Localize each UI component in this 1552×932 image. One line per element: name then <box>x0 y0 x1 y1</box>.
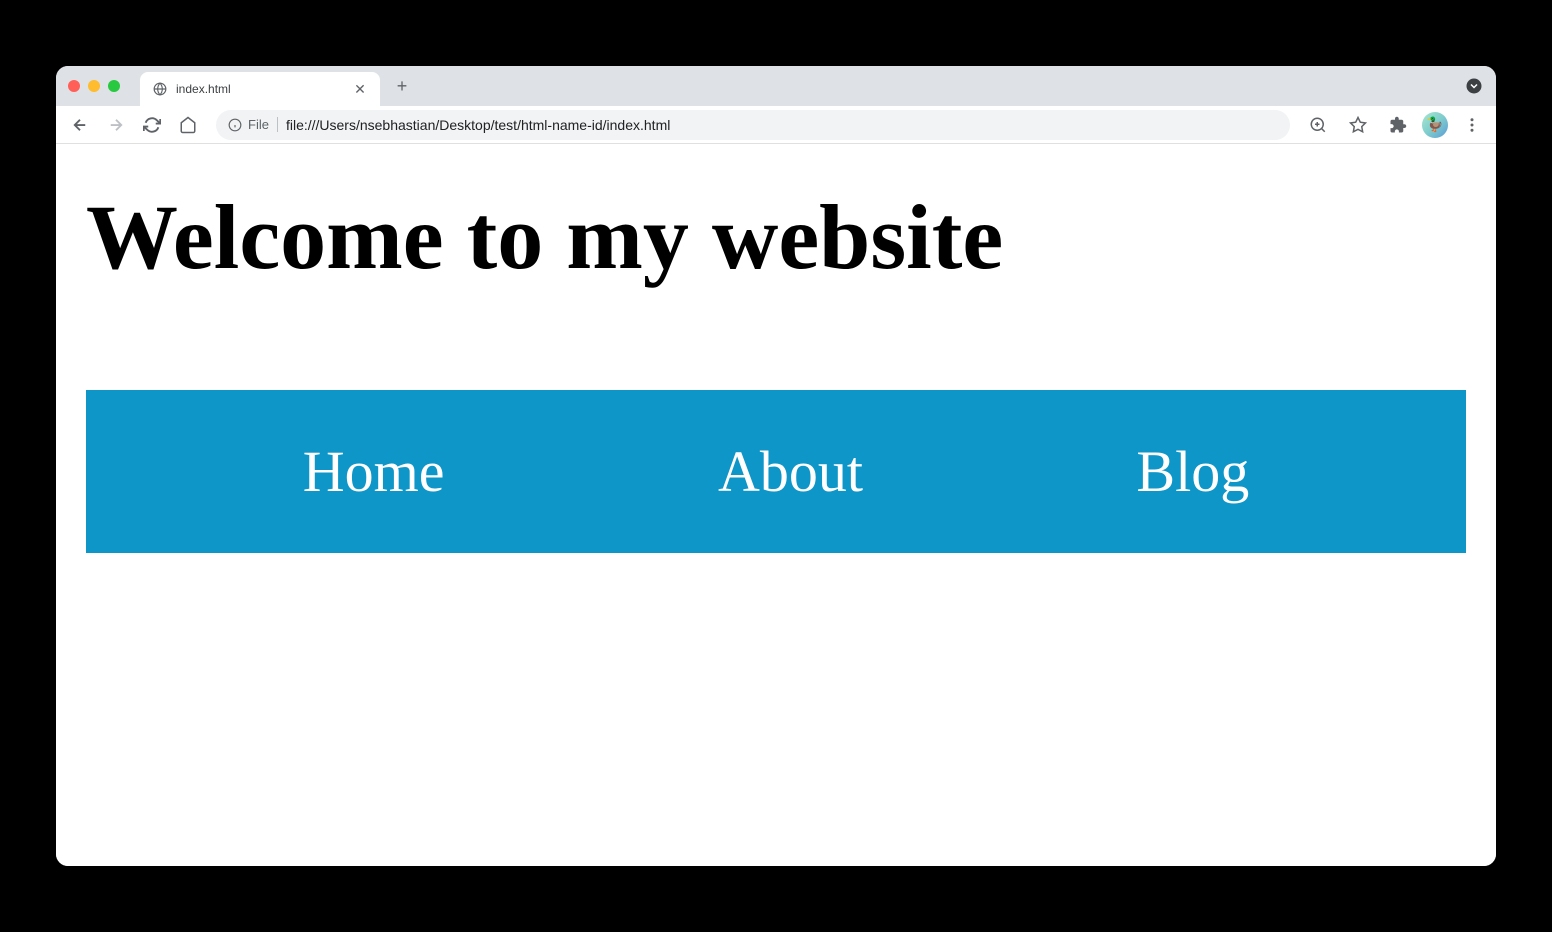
file-protocol-badge: File <box>228 117 278 132</box>
zoom-icon[interactable] <box>1302 109 1334 141</box>
chevron-down-icon[interactable] <box>1464 76 1484 96</box>
back-button[interactable] <box>64 109 96 141</box>
new-tab-button[interactable]: + <box>388 72 416 100</box>
nav-link-blog[interactable]: Blog <box>1136 438 1249 505</box>
nav-link-home[interactable]: Home <box>303 438 445 505</box>
profile-avatar[interactable]: 🦆 <box>1422 112 1448 138</box>
page-content: Welcome to my website Home About Blog <box>56 144 1496 866</box>
close-tab-button[interactable]: ✕ <box>352 81 368 97</box>
tab-title: index.html <box>176 82 344 96</box>
toolbar-icons: 🦆 <box>1302 109 1488 141</box>
address-bar-row: File file:///Users/nsebhastian/Desktop/t… <box>56 106 1496 144</box>
home-button[interactable] <box>172 109 204 141</box>
menu-icon[interactable] <box>1456 109 1488 141</box>
file-label: File <box>248 117 269 132</box>
browser-tab[interactable]: index.html ✕ <box>140 72 380 106</box>
browser-window: index.html ✕ + <box>56 66 1496 866</box>
maximize-window-button[interactable] <box>108 80 120 92</box>
main-navigation: Home About Blog <box>86 390 1466 553</box>
tab-bar: index.html ✕ + <box>56 66 1496 106</box>
url-text: file:///Users/nsebhastian/Desktop/test/h… <box>286 117 1278 133</box>
page-title: Welcome to my website <box>86 184 1466 290</box>
close-window-button[interactable] <box>68 80 80 92</box>
reload-button[interactable] <box>136 109 168 141</box>
info-icon <box>228 118 242 132</box>
avatar-icon: 🦆 <box>1426 116 1443 133</box>
window-controls <box>68 80 120 92</box>
bookmark-icon[interactable] <box>1342 109 1374 141</box>
nav-link-about[interactable]: About <box>718 438 863 505</box>
extensions-icon[interactable] <box>1382 109 1414 141</box>
minimize-window-button[interactable] <box>88 80 100 92</box>
globe-icon <box>152 81 168 97</box>
address-bar[interactable]: File file:///Users/nsebhastian/Desktop/t… <box>216 110 1290 140</box>
forward-button[interactable] <box>100 109 132 141</box>
